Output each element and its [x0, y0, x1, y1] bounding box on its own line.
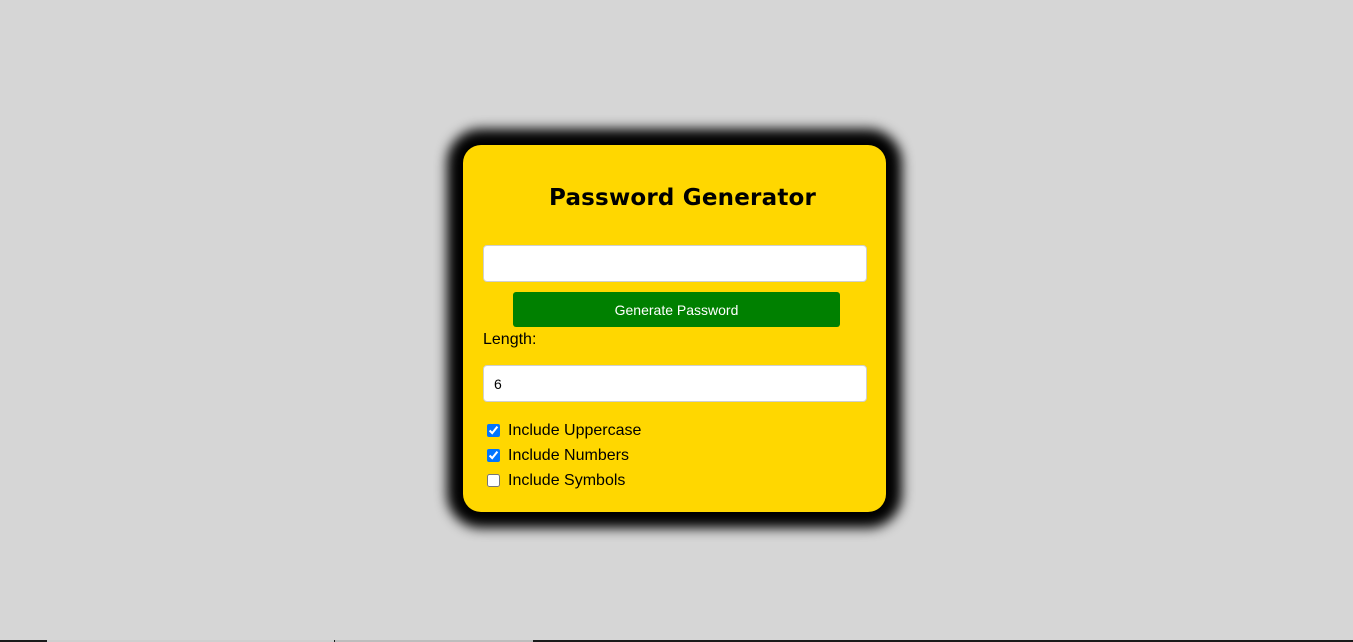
generate-password-button[interactable]: Generate Password	[513, 292, 840, 327]
uppercase-label: Include Uppercase	[508, 421, 642, 439]
length-input[interactable]	[483, 365, 867, 402]
symbols-checkbox[interactable]	[487, 474, 500, 487]
numbers-checkbox[interactable]	[487, 449, 500, 462]
option-symbols: Include Symbols	[486, 468, 641, 493]
page-title: Password Generator	[549, 185, 817, 211]
password-output-field[interactable]	[483, 245, 867, 282]
option-uppercase: Include Uppercase	[486, 418, 641, 443]
option-numbers: Include Numbers	[486, 443, 641, 468]
numbers-label: Include Numbers	[508, 446, 629, 464]
options-list: Include Uppercase Include Numbers Includ…	[486, 418, 641, 493]
length-label: Length:	[483, 331, 537, 348]
password-generator-card: Password Generator Generate Password Len…	[463, 145, 886, 512]
symbols-label: Include Symbols	[508, 471, 626, 489]
uppercase-checkbox[interactable]	[487, 424, 500, 437]
